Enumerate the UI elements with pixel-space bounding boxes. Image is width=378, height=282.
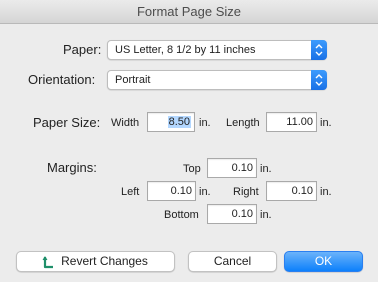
margin-bottom-field[interactable]: 0.10 bbox=[207, 204, 257, 224]
width-label: Width bbox=[111, 117, 140, 129]
orientation-label: Orientation: bbox=[28, 72, 96, 87]
length-unit: in. bbox=[320, 117, 332, 129]
cancel-button[interactable]: Cancel bbox=[188, 251, 277, 272]
margin-top-field[interactable]: 0.10 bbox=[207, 158, 257, 178]
margin-right-field[interactable]: 0.10 bbox=[266, 181, 317, 201]
margin-top-label: Top bbox=[183, 163, 201, 175]
margin-right-unit: in. bbox=[320, 186, 332, 198]
popup-arrows-icon bbox=[311, 40, 327, 60]
ok-button[interactable]: OK bbox=[284, 251, 363, 272]
format-page-size-dialog: Format Page Size Paper: US Letter, 8 1/2… bbox=[0, 0, 378, 282]
width-unit: in. bbox=[199, 117, 211, 129]
width-value: 8.50 bbox=[167, 116, 191, 128]
paper-popup-value: US Letter, 8 1/2 by 11 inches bbox=[115, 44, 256, 56]
length-field[interactable]: 11.00 bbox=[266, 112, 317, 132]
paper-popup[interactable]: US Letter, 8 1/2 by 11 inches bbox=[107, 40, 327, 60]
length-label: Length bbox=[226, 117, 260, 129]
margins-label: Margins: bbox=[47, 160, 97, 175]
margin-left-field[interactable]: 0.10 bbox=[147, 181, 196, 201]
orientation-popup-value: Portrait bbox=[115, 74, 151, 86]
revert-arrow-icon bbox=[42, 256, 53, 269]
orientation-popup[interactable]: Portrait bbox=[107, 70, 327, 90]
width-field[interactable]: 8.50 bbox=[147, 112, 195, 132]
revert-changes-button[interactable]: Revert Changes bbox=[16, 251, 175, 272]
margin-bottom-label: Bottom bbox=[164, 209, 199, 221]
margin-top-unit: in. bbox=[260, 163, 272, 175]
margin-bottom-unit: in. bbox=[260, 209, 272, 221]
paper-label: Paper: bbox=[63, 42, 102, 57]
revert-changes-label: Revert Changes bbox=[61, 254, 148, 268]
paper-size-label: Paper Size: bbox=[33, 115, 101, 130]
margin-right-label: Right bbox=[233, 186, 259, 198]
window-title: Format Page Size bbox=[0, 0, 378, 24]
popup-arrows-icon bbox=[311, 70, 327, 90]
margin-left-unit: in. bbox=[199, 186, 211, 198]
margin-left-label: Left bbox=[121, 186, 140, 198]
